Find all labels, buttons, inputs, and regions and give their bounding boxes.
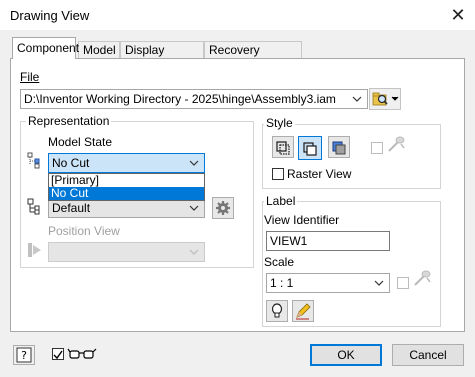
tab-recovery-options[interactable]: Recovery Options [204,41,302,73]
cancel-button[interactable]: Cancel [392,344,464,366]
pencil-icon [296,303,311,320]
edit-view-label-button[interactable] [292,300,314,322]
chevron-down-icon [189,160,199,166]
raster-view-label: Raster View [287,167,352,181]
shaded-button[interactable] [328,136,350,158]
scale-label: Scale [264,255,295,269]
model-state-combo[interactable]: No Cut [48,153,205,173]
scale-from-base-checkbox[interactable] [397,277,409,289]
scale-from-base-icon [414,270,431,286]
file-label-text: File [20,70,40,84]
tab-component[interactable]: Component [12,37,79,59]
style-from-base-icon [388,136,405,152]
chevron-down-icon [189,205,199,211]
label-group-title: Label [264,194,298,208]
close-icon[interactable]: ✕ [446,4,470,26]
model-state-icon [27,152,40,169]
tab-model[interactable]: Model [78,41,120,58]
design-view-value: Default [52,201,91,215]
preview-checkbox[interactable] [52,348,64,360]
glasses-icon [67,348,97,359]
tab-display-options[interactable]: Display Options [120,41,204,73]
style-group-title: Style [264,116,295,130]
chevron-down-icon [189,249,199,255]
design-view-combo[interactable]: Default [48,198,205,218]
file-label: File [20,70,39,84]
shaded-icon [332,141,346,155]
model-state-value: No Cut [52,156,90,170]
model-state-dropdown-list[interactable]: [Primary] No Cut [48,173,205,201]
view-identifier-label: View Identifier [264,213,340,227]
design-view-icon [27,198,40,215]
window-title: Drawing View [10,8,90,23]
scale-value: 1 : 1 [270,276,294,290]
representation-group-title: Representation [26,114,112,128]
hidden-line-button[interactable] [272,136,294,158]
model-state-label: Model State [48,135,113,149]
toggle-label-visibility-button[interactable] [266,300,288,322]
open-file-button[interactable] [369,88,401,110]
file-path-combo[interactable]: D:\Inventor Working Directory - 2025\hin… [20,89,368,109]
style-from-base-checkbox[interactable] [371,142,383,154]
help-icon: ? [16,347,32,363]
hidden-line-removed-button[interactable] [298,136,322,160]
view-identifier-input[interactable]: VIEW1 [266,231,390,251]
scale-combo[interactable]: 1 : 1 [266,273,390,293]
position-view-label: Position View [48,224,120,238]
dropdown-option-no-cut[interactable]: No Cut [49,187,204,200]
position-view-combo[interactable] [48,242,205,262]
chevron-down-icon [352,96,362,102]
chevron-down-icon [374,280,384,286]
raster-view-checkbox[interactable] [272,168,284,180]
hidden-line-icon [276,141,290,155]
lightbulb-icon [271,303,283,318]
position-view-icon [28,243,41,257]
help-button[interactable]: ? [13,345,35,365]
folder-search-icon [372,92,399,106]
checkmark-icon [53,350,63,360]
design-view-settings-button[interactable] [212,197,234,219]
hidden-line-removed-icon [303,142,317,156]
svg-text:?: ? [21,349,27,362]
ok-button[interactable]: OK [310,344,382,366]
gear-icon [216,201,230,215]
file-path-value: D:\Inventor Working Directory - 2025\hin… [24,92,336,106]
